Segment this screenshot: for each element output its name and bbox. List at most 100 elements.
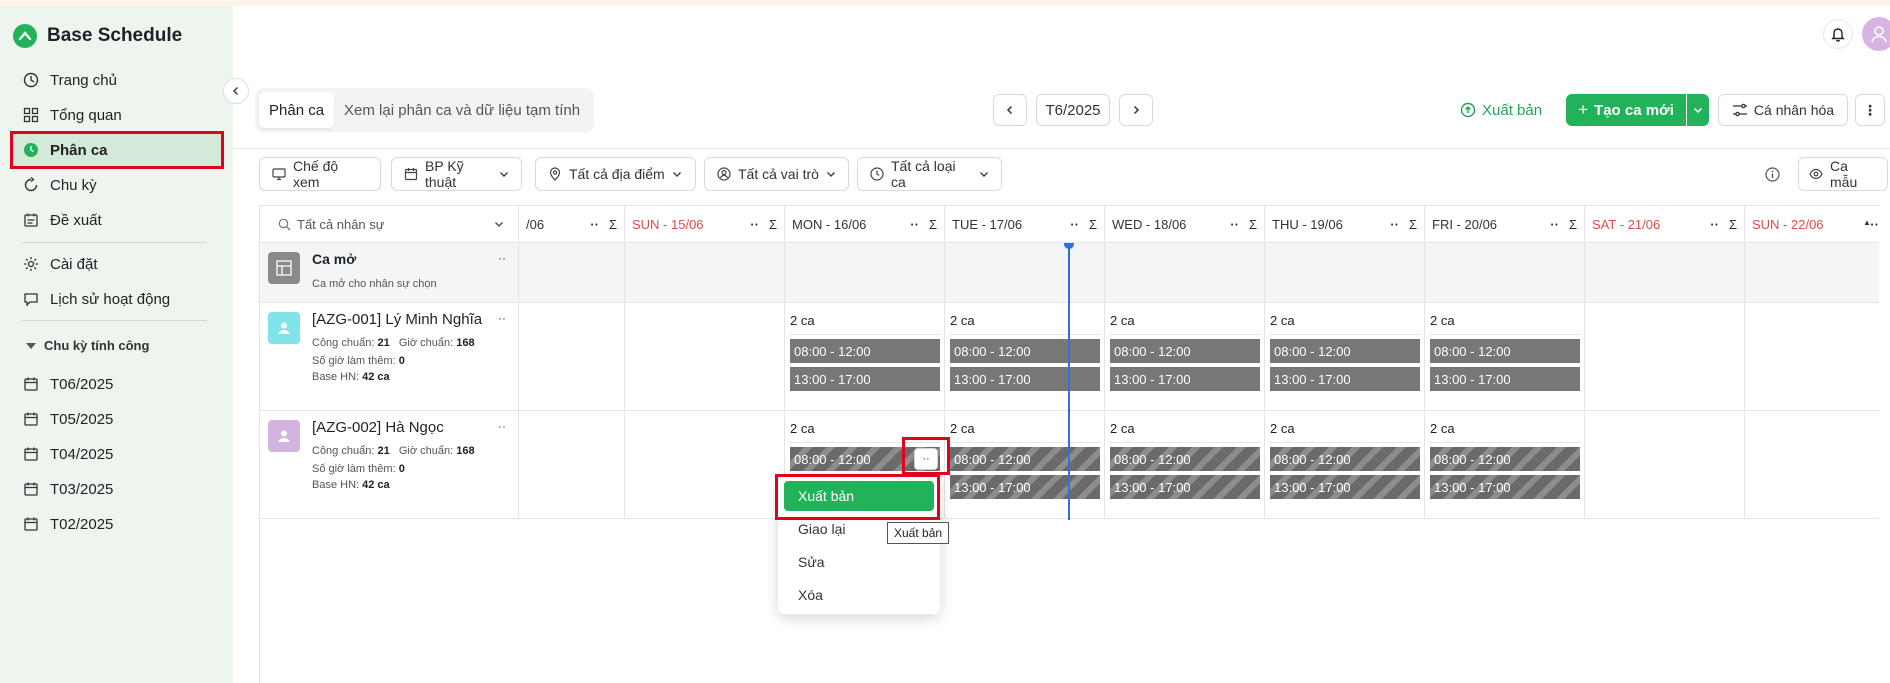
chevron-down-icon xyxy=(672,169,682,179)
nav-item-cycle[interactable]: Chu kỳ xyxy=(22,171,97,199)
publish-button[interactable]: Xuất bản xyxy=(1460,95,1542,125)
nav-item-overview[interactable]: Tổng quan xyxy=(22,101,122,129)
cycle-item[interactable]: T06/2025 xyxy=(22,370,113,398)
eye-off-icon xyxy=(1809,167,1823,181)
day-header: FRI - 20/06 ·· Σ xyxy=(1425,205,1585,243)
location-filter[interactable]: Tất cả địa điểm xyxy=(535,157,696,191)
day-header: SAT - 21/06 ·· Σ xyxy=(1585,205,1745,243)
info-icon[interactable] xyxy=(1765,167,1780,182)
shift-block[interactable]: 08:00 - 12:00 xyxy=(1270,339,1420,363)
shift-block[interactable]: 08:00 - 12:00 xyxy=(1430,339,1580,363)
cycle-group-toggle[interactable]: Chu kỳ tính công xyxy=(26,338,149,353)
user-avatar[interactable] xyxy=(1862,17,1890,51)
shift-block[interactable]: 08:00 - 12:00 xyxy=(950,447,1100,471)
open-shift-more-button[interactable]: ·· xyxy=(498,251,506,265)
sigma-icon[interactable]: Σ xyxy=(1089,217,1097,232)
shift-block[interactable]: 13:00 - 17:00 xyxy=(1270,475,1420,499)
menu-item-edit[interactable]: Sửa xyxy=(798,554,825,570)
create-shift-button[interactable]: + Tạo ca mới xyxy=(1566,94,1686,126)
day-label: TUE - 17/06 xyxy=(952,216,1023,232)
day-more-button[interactable]: ·· xyxy=(1550,217,1559,232)
day-more-button[interactable]: ·· xyxy=(1390,217,1399,232)
shift-count: 2 ca xyxy=(1110,421,1135,436)
next-period-button[interactable] xyxy=(1119,94,1153,126)
shift-block[interactable]: 13:00 - 17:00 xyxy=(790,367,940,391)
shift-block[interactable]: 13:00 - 17:00 xyxy=(1270,367,1420,391)
shift-count: 2 ca xyxy=(950,421,975,436)
create-shift-dropdown[interactable] xyxy=(1687,94,1709,126)
plus-icon: + xyxy=(1578,100,1589,119)
day-more-button[interactable]: ·· xyxy=(1070,217,1079,232)
sigma-icon[interactable]: Σ xyxy=(1729,217,1737,232)
cycle-item[interactable]: T04/2025 xyxy=(22,440,113,468)
sigma-icon[interactable]: Σ xyxy=(609,217,617,232)
employee-name[interactable]: [AZG-002] Hà Ngọc xyxy=(312,419,444,436)
shift-block[interactable]: 08:00 - 12:00 xyxy=(1110,339,1260,363)
day-more-button[interactable]: ·· xyxy=(910,217,919,232)
day-more-button[interactable]: ·· xyxy=(1710,217,1719,232)
shift-block[interactable]: 13:00 - 17:00 xyxy=(1110,475,1260,499)
shift-block[interactable]: 13:00 - 17:00 xyxy=(950,475,1100,499)
role-filter[interactable]: Tất cả vai trò xyxy=(704,157,849,191)
menu-item-delete[interactable]: Xóa xyxy=(798,587,823,603)
day-more-button[interactable]: ·· xyxy=(1230,217,1239,232)
notification-button[interactable] xyxy=(1823,19,1853,49)
shift-block[interactable]: 08:00 - 12:00 xyxy=(790,339,940,363)
nav-item-shifts[interactable]: Phân ca xyxy=(22,136,108,164)
tab-review[interactable]: Xem lại phân ca và dữ liệu tạm tính xyxy=(334,92,590,128)
day-more-button[interactable]: ·· xyxy=(750,217,759,232)
cycle-item[interactable]: T02/2025 xyxy=(22,510,113,538)
chevron-right-icon xyxy=(1131,105,1141,115)
sigma-icon[interactable]: Σ xyxy=(1569,217,1577,232)
sigma-icon[interactable]: Σ xyxy=(929,217,937,232)
collapse-sidebar-button[interactable] xyxy=(223,78,249,104)
grid-icon xyxy=(22,106,40,124)
menu-item-reassign[interactable]: Giao lại xyxy=(798,521,845,537)
view-mode-filter[interactable]: Chế độ xem xyxy=(259,157,381,191)
day-more-button[interactable]: ·· xyxy=(590,217,599,232)
shift-block[interactable]: 13:00 - 17:00 xyxy=(1430,367,1580,391)
shift-block[interactable]: 08:00 - 12:00 xyxy=(1110,447,1260,471)
employee-name[interactable]: [AZG-001] Lý Minh Nghĩa xyxy=(312,311,482,328)
employee-cell: [AZG-001] Lý Minh Nghĩa Công chuẩn: 21 G… xyxy=(260,303,519,410)
nav-item-proposal[interactable]: Đề xuất xyxy=(22,206,102,234)
shift-count: 2 ca xyxy=(790,313,815,328)
employee-avatar xyxy=(268,312,300,344)
brand[interactable]: Base Schedule xyxy=(13,24,182,48)
current-time-line xyxy=(1068,245,1070,520)
sigma-icon[interactable]: Σ xyxy=(769,217,777,232)
chevron-down-icon xyxy=(1693,105,1703,115)
nav-item-history[interactable]: Lịch sử hoạt động xyxy=(22,285,170,313)
cell-divider xyxy=(949,334,1102,335)
nav-item-settings[interactable]: Cài đặt xyxy=(22,250,98,278)
template-label: Ca mẫu xyxy=(1830,158,1858,190)
sigma-icon[interactable]: Σ xyxy=(1409,217,1417,232)
nav-item-home[interactable]: Trang chủ xyxy=(22,66,117,94)
open-shift-cell: Ca mở Ca mở cho nhân sự chọn ·· xyxy=(260,243,519,302)
day-header: WED - 18/06 ·· Σ xyxy=(1105,205,1265,243)
shift-block[interactable]: 08:00 - 12:00 xyxy=(950,339,1100,363)
prev-period-button[interactable] xyxy=(993,94,1027,126)
cycle-item[interactable]: T03/2025 xyxy=(22,475,113,503)
shift-block[interactable]: 08:00 - 12:00 xyxy=(1270,447,1420,471)
scroll-up-icon[interactable]: ▲ xyxy=(1863,218,1871,227)
shift-block[interactable]: 13:00 - 17:00 xyxy=(1430,475,1580,499)
more-options-button[interactable]: ⋮ xyxy=(1855,94,1885,126)
shift-type-filter[interactable]: Tất cả loại ca xyxy=(857,157,1002,191)
shift-block[interactable]: 13:00 - 17:00 xyxy=(950,367,1100,391)
calendar-icon xyxy=(22,375,40,393)
shift-block[interactable]: 13:00 - 17:00 xyxy=(1110,367,1260,391)
shift-block[interactable]: 08:00 - 12:00 xyxy=(1430,447,1580,471)
tab-shifts[interactable]: Phân ca xyxy=(259,92,335,128)
sigma-icon[interactable]: Σ xyxy=(1249,217,1257,232)
employee-search[interactable]: Tất cả nhân sự xyxy=(260,206,519,243)
employee-more-button[interactable]: ·· xyxy=(498,419,506,433)
department-filter[interactable]: BP Kỹ thuật xyxy=(391,157,522,191)
employee-more-button[interactable]: ·· xyxy=(498,311,506,325)
template-button[interactable]: Ca mẫu xyxy=(1798,157,1888,191)
day-more-button[interactable]: ·· xyxy=(1870,217,1879,232)
period-selector[interactable]: T6/2025 xyxy=(1036,94,1110,126)
cycle-item[interactable]: T05/2025 xyxy=(22,405,113,433)
personalize-button[interactable]: Cá nhân hóa xyxy=(1718,94,1848,126)
employee-search-input[interactable]: Tất cả nhân sự xyxy=(297,217,384,232)
